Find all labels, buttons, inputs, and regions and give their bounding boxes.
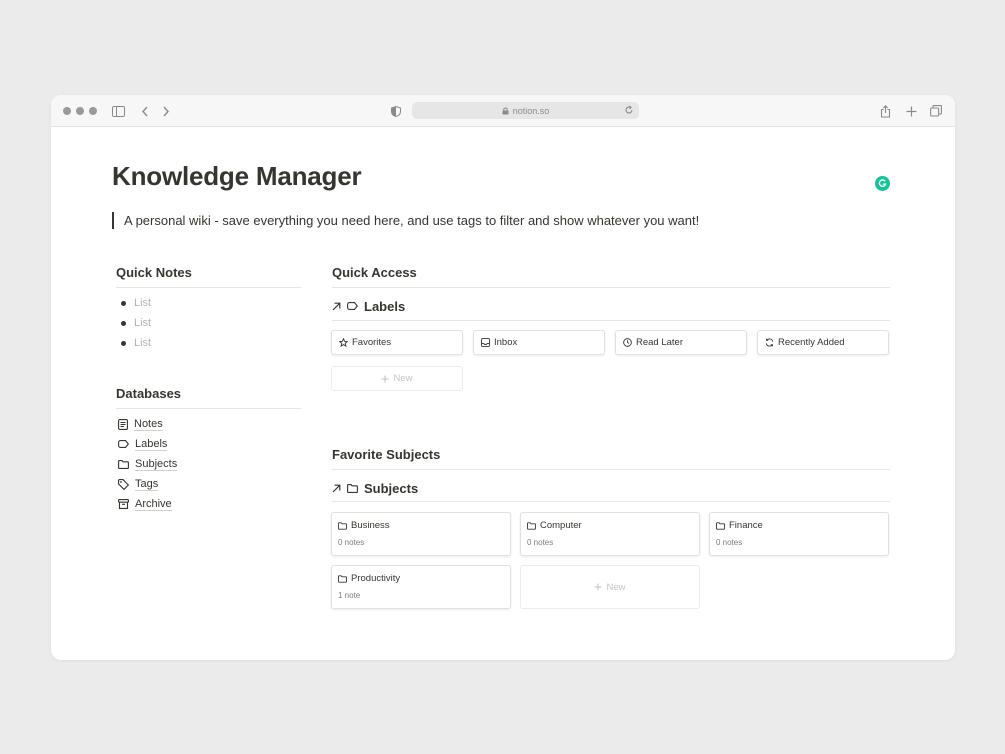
close-window-button[interactable] [63, 107, 71, 115]
database-link-labels[interactable]: Labels [118, 437, 168, 451]
browser-toolbar: notion.so [51, 95, 955, 127]
note-count: 0 notes [527, 538, 554, 547]
new-label-button[interactable]: New [331, 366, 463, 391]
labels-view-divider [332, 320, 890, 321]
quick-note-item[interactable]: List [121, 296, 151, 310]
subject-card-finance[interactable]: Finance 0 notes [709, 512, 889, 556]
tag-icon [118, 478, 129, 490]
folder-icon [347, 483, 358, 493]
bullet-icon [121, 320, 126, 326]
labels-view-header[interactable]: Labels [332, 297, 405, 315]
bullet-icon [121, 340, 126, 346]
folder-icon [338, 574, 347, 583]
note-count: 0 notes [716, 538, 743, 547]
back-arrow-icon[interactable] [137, 103, 153, 119]
reload-icon[interactable] [624, 105, 634, 115]
quick-notes-heading: Quick Notes [116, 265, 192, 280]
link-arrow-icon [332, 484, 341, 492]
labels-view-title: Labels [364, 298, 406, 314]
page-description-quote[interactable]: A personal wiki - save everything you ne… [112, 212, 699, 229]
folder-icon [716, 521, 725, 530]
forward-arrow-icon[interactable] [158, 103, 174, 119]
databases-divider [116, 408, 301, 409]
quick-notes-divider [116, 287, 301, 288]
address-bar[interactable]: notion.so [412, 102, 639, 119]
subject-title: Computer [540, 520, 582, 531]
maximize-window-button[interactable] [89, 107, 97, 115]
note-count: 1 note [338, 591, 361, 600]
plus-icon [381, 375, 389, 382]
subjects-view-divider [332, 501, 890, 502]
new-subject-button[interactable]: New [520, 565, 700, 609]
quick-access-divider [332, 287, 890, 288]
subjects-view-title: Subjects [364, 480, 419, 496]
subject-title: Productivity [351, 573, 401, 584]
note-count: 0 notes [338, 538, 365, 547]
sidebar-toggle-icon[interactable] [110, 103, 126, 119]
label-card-read-later[interactable]: Read Later [615, 330, 747, 355]
database-link-archive[interactable]: Archive [118, 497, 172, 511]
link-arrow-icon [332, 302, 341, 310]
subject-card-business[interactable]: Business 0 notes [331, 512, 511, 556]
folder-icon [338, 521, 347, 530]
tag-outline-icon [347, 302, 358, 310]
new-tab-plus-icon[interactable] [903, 103, 919, 119]
folder-icon [118, 459, 129, 469]
bullet-icon [121, 300, 126, 306]
tab-overview-icon[interactable] [928, 103, 944, 119]
subject-title: Business [351, 520, 390, 531]
favorite-subjects-divider [332, 469, 890, 470]
page-title[interactable]: Knowledge Manager [112, 161, 362, 192]
plus-icon [594, 583, 602, 591]
quick-note-item[interactable]: List [121, 336, 151, 350]
share-icon[interactable] [877, 103, 893, 119]
inbox-icon [481, 338, 490, 347]
url-text: notion.so [512, 105, 550, 116]
databases-heading: Databases [116, 386, 182, 401]
subjects-view-header[interactable]: Subjects [332, 479, 418, 497]
subject-card-computer[interactable]: Computer 0 notes [520, 512, 700, 556]
database-link-tags[interactable]: Tags [118, 477, 159, 491]
label-card-recently-added[interactable]: Recently Added [757, 330, 889, 355]
grammarly-icon[interactable] [875, 176, 890, 191]
subject-card-productivity[interactable]: Productivity 1 note [331, 565, 511, 609]
minimize-window-button[interactable] [76, 107, 84, 115]
label-card-inbox[interactable]: Inbox [473, 330, 605, 355]
archive-icon [118, 499, 129, 509]
label-card-favorites[interactable]: Favorites [331, 330, 463, 355]
folder-icon [527, 521, 536, 530]
quick-access-heading: Quick Access [332, 265, 417, 280]
clock-icon [623, 338, 632, 347]
star-icon [339, 338, 348, 347]
lock-icon [502, 106, 509, 114]
favorite-subjects-heading: Favorite Subjects [332, 447, 441, 462]
database-link-subjects[interactable]: Subjects [118, 457, 178, 471]
database-link-notes[interactable]: Notes [118, 417, 163, 431]
notes-icon [118, 418, 128, 430]
subject-title: Finance [729, 520, 763, 531]
refresh-icon [765, 338, 774, 347]
privacy-shield-icon[interactable] [388, 103, 404, 119]
quick-note-item[interactable]: List [121, 316, 151, 330]
tag-outline-icon [118, 440, 129, 448]
browser-window: notion.so Knowledge Manager A personal w… [51, 95, 955, 660]
